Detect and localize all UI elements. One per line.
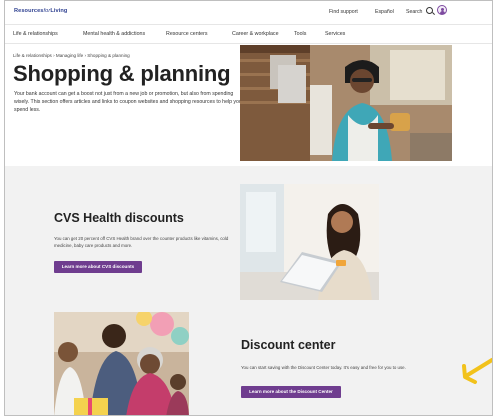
nav-item-mental-health[interactable]: Mental health & addictions — [83, 31, 145, 37]
nav-item-resource-centers[interactable]: Resource centers — [166, 31, 208, 37]
main-nav: Life & relationships Mental health & add… — [5, 24, 492, 44]
pointer-arrow-icon — [462, 358, 492, 384]
cvs-photo-laptop-woman — [240, 184, 379, 300]
nav-item-life-relationships[interactable]: Life & relationships — [13, 31, 58, 37]
nav-item-services[interactable]: Services — [325, 31, 345, 37]
nav-item-career-workplace[interactable]: Career & workplace — [232, 31, 279, 37]
utility-bar: ResourcesforLiving Find support Español … — [5, 1, 492, 23]
espanol-link[interactable]: Español — [375, 9, 394, 15]
logo-text-living: Living — [50, 8, 68, 14]
find-support-link[interactable]: Find support — [329, 9, 358, 15]
nav-item-tools[interactable]: Tools — [294, 31, 306, 37]
site-logo[interactable]: ResourcesforLiving — [14, 8, 67, 14]
discount-center-title: Discount center — [241, 338, 336, 352]
cvs-section-title: CVS Health discounts — [54, 211, 184, 225]
cvs-learn-more-button[interactable]: Learn more about CVS discounts — [54, 261, 142, 273]
discount-photo-celebration — [54, 312, 189, 415]
hero-photo-shopper — [240, 45, 452, 161]
search-icon[interactable] — [426, 7, 433, 14]
breadcrumb[interactable]: Life & relationships › Managing life › S… — [13, 53, 130, 58]
discount-center-description: You can start saving with the Discount C… — [241, 365, 406, 370]
discount-center-learn-more-button[interactable]: Learn more about the Discount Center — [241, 386, 341, 398]
page-intro: Your bank account can get a boost not ju… — [14, 91, 242, 113]
browser-page: ResourcesforLiving Find support Español … — [4, 0, 493, 416]
page-title: Shopping & planning — [13, 61, 231, 86]
search-link[interactable]: Search — [406, 9, 422, 15]
cvs-section-description: You can get 20 percent off CVS Health br… — [54, 236, 229, 248]
user-account-icon[interactable] — [437, 5, 447, 15]
logo-text-main: Resources — [14, 8, 44, 14]
